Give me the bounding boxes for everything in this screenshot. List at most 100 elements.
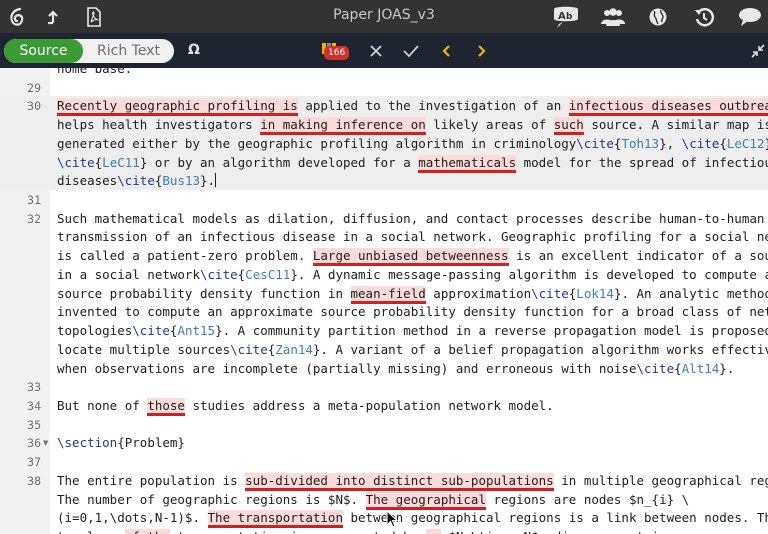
code-text: model for the spread of infectious [516, 154, 768, 170]
line-number: 35 [27, 417, 41, 432]
grammar-suggestion-highlight[interactable]: in making inference on [260, 117, 426, 136]
code-text: transportation is represented by [170, 529, 426, 534]
code-line[interactable]: diseases\cite{Bus13}. [57, 171, 217, 190]
latex-command: \cite [636, 360, 675, 376]
code-text: likely areas of [425, 117, 554, 133]
code-line[interactable]: helps health investigators in making inf… [57, 115, 768, 136]
code-text: }. [719, 360, 735, 376]
code-line[interactable]: source probability density function in m… [57, 284, 768, 304]
grammar-suggestion-highlight[interactable]: The geographical [365, 491, 486, 510]
code-text: The number of geographic regions is $N$. [57, 491, 366, 507]
code-text: }, [659, 135, 682, 151]
grammar-suggestion-highlight[interactable]: The transportation [207, 510, 343, 529]
citation-key: Toh13 [621, 135, 660, 151]
code-line[interactable]: But none of those studies address a meta… [57, 396, 554, 416]
mouse-pointer-icon [386, 510, 398, 528]
code-text: }. A community partition method in a rev… [215, 323, 768, 339]
code-text: $N \times N$ adjacency matrix [441, 529, 666, 534]
code-text: topologies [57, 323, 133, 339]
reject-change-icon[interactable] [367, 41, 385, 61]
grammar-suggestion-highlight[interactable]: those [147, 397, 185, 416]
code-line[interactable]: Such mathematical models as dilation, di… [57, 209, 764, 228]
code-line[interactable]: in a social network\cite{CesC11}. A dyna… [57, 265, 768, 284]
line-number: 29 [27, 80, 41, 95]
pdf-icon[interactable] [84, 4, 104, 29]
code-line[interactable]: topology of the transportation is repres… [57, 527, 667, 534]
grammar-suggestion-highlight[interactable]: Recently geographic profiling is [57, 98, 298, 117]
grammar-suggestion-highlight[interactable]: of the [124, 529, 170, 534]
code-line[interactable]: \cite{LeC11} or by an algorithm develope… [57, 153, 768, 173]
code-line[interactable]: invented to compute an approximate sourc… [57, 302, 768, 321]
accept-change-icon[interactable] [401, 41, 421, 61]
code-text: between geographical regions is a link b… [342, 510, 768, 526]
code-line[interactable]: when observations are incomplete (partia… [57, 359, 734, 378]
svg-text:b: b [566, 12, 573, 22]
collapse-panel-icon[interactable] [750, 41, 766, 61]
code-line[interactable]: is called a patient-zero problem. Large … [57, 246, 768, 267]
code-text: source. A similar map is [583, 117, 768, 133]
code-text: Such mathematical models as dilation, di… [57, 210, 765, 226]
next-change-icon[interactable] [474, 41, 490, 61]
code-line[interactable]: \section{Problem} [57, 433, 185, 452]
fold-toggle-icon[interactable]: ▼ [43, 439, 48, 447]
symbol-palette-button[interactable]: Ω [188, 42, 200, 58]
line-number: 34 [27, 398, 41, 413]
code-text: is called a patient-zero problem. [57, 248, 313, 264]
globe-icon[interactable] [648, 4, 668, 29]
code-line[interactable]: The number of geographic regions is $N$.… [57, 490, 690, 510]
history-icon[interactable] [693, 4, 715, 29]
rich-text-mode-button[interactable]: Rich Text [83, 39, 174, 63]
grammar-suggestion-highlight[interactable]: such [553, 117, 584, 136]
code-text: source probability density function in [57, 285, 351, 301]
code-text: invented to compute an approximate sourc… [57, 304, 768, 320]
code-text: in a social network [57, 266, 200, 282]
code-line[interactable]: generated either by the geographic profi… [57, 134, 768, 153]
code-text: }. A dynamic message-passing algorithm i… [290, 266, 768, 282]
grammar-suggestion-highlight[interactable]: infectious diseases outbreak. [568, 98, 768, 117]
latex-command: \cite [200, 266, 238, 282]
code-text: regions are nodes $n_{i} \ [485, 491, 690, 507]
chat-icon[interactable] [738, 4, 762, 29]
code-line[interactable]: transmission of an infectious disease in… [57, 227, 768, 246]
code-text: } or by an algorithm developed for a [139, 154, 419, 170]
code-line[interactable]: Recently geographic profiling is applied… [57, 96, 768, 117]
code-line[interactable]: The entire population is sub-divided int… [57, 471, 768, 491]
grammar-suggestion-highlight[interactable]: mathematicals [418, 154, 517, 173]
svg-text:A: A [558, 11, 566, 22]
code-text: { [674, 360, 682, 376]
editor-mode-toggle: Source Rich Text [4, 39, 174, 63]
line-number: 36 [27, 436, 41, 451]
code-line[interactable]: locate multiple sources\cite{Zan14}. A v… [57, 340, 768, 359]
latex-command: \cite [57, 154, 95, 170]
grammar-suggestion-highlight[interactable]: an [425, 529, 441, 534]
code-text: }. A variant of a belief propagation alg… [312, 341, 768, 357]
grammar-suggestion-highlight[interactable]: mean-field [350, 285, 426, 304]
code-text: { [719, 135, 727, 151]
citation-key: LeC11 [102, 154, 140, 170]
citation-key: Zan14 [275, 341, 313, 357]
line-number: 37 [27, 455, 41, 470]
citation-key: Ant15 [177, 323, 216, 339]
upload-icon[interactable] [45, 4, 61, 29]
review-count-badge: 166 [324, 46, 350, 60]
previous-change-icon[interactable] [438, 41, 454, 61]
grammar-suggestion-highlight[interactable]: sub-divided into distinct sub-population… [245, 472, 554, 491]
code-text: generated either by the geographic profi… [57, 135, 577, 151]
grammar-suggestion-highlight[interactable]: Large unbiased betweenness [312, 248, 509, 267]
latex-command: \section [57, 435, 118, 451]
overleaf-logo-icon[interactable] [5, 4, 27, 29]
line-number: 30 [27, 99, 41, 114]
code-line[interactable]: (i=0,1,\dots,N-1)$. The transportation b… [57, 508, 768, 529]
code-text: The entire population is [57, 472, 246, 488]
source-mode-button[interactable]: Source [4, 39, 83, 63]
latex-command: \cite [132, 323, 170, 339]
line-number: 31 [27, 193, 41, 208]
code-line[interactable]: topologies\cite{Ant15}. A community part… [57, 321, 768, 340]
code-text: diseases [57, 173, 118, 189]
code-text: {Problem} [117, 435, 185, 451]
spellcheck-icon[interactable]: Ab [551, 4, 581, 29]
code-line[interactable]: home base. [57, 68, 132, 78]
collaborators-icon[interactable] [600, 4, 626, 29]
source-editor[interactable]: home base. 29 30 Recently geographic profil… [0, 68, 768, 534]
line-number: 33 [27, 380, 41, 395]
